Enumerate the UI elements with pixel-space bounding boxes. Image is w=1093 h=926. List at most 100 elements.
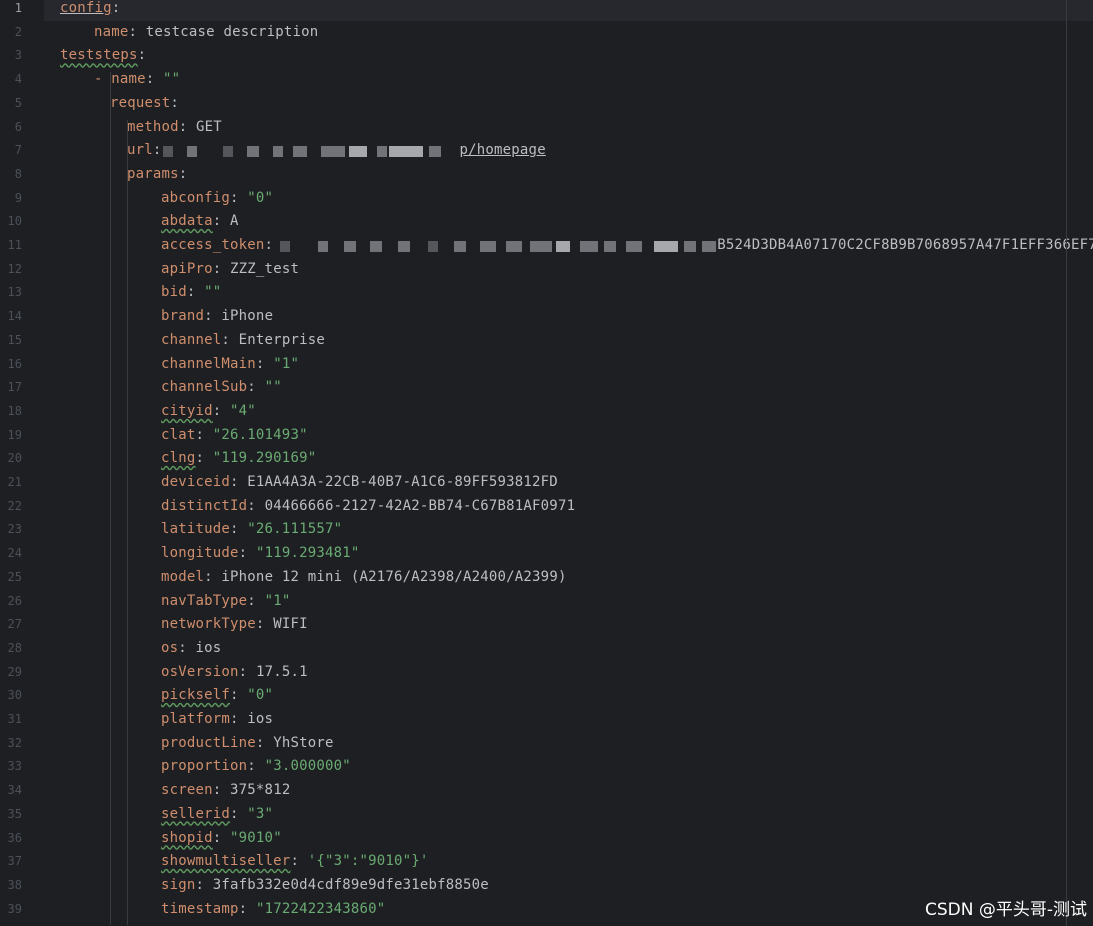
- yaml-string-value: "9010": [230, 829, 282, 846]
- yaml-key: channel: [161, 331, 222, 348]
- code-line[interactable]: latitude: "26.111557": [44, 518, 1093, 542]
- list-dash: -: [94, 71, 112, 88]
- yaml-value: ios: [247, 711, 274, 727]
- line-number: 8: [14, 166, 22, 181]
- code-line[interactable]: sellerid: "3": [44, 803, 1093, 827]
- yaml-key: bid: [161, 284, 187, 301]
- code-line[interactable]: clng: "119.290169": [44, 447, 1093, 471]
- line-number: 30: [7, 688, 22, 703]
- line-number: 10: [7, 214, 22, 229]
- code-line[interactable]: platform: ios: [44, 708, 1093, 732]
- code-line[interactable]: clat: "26.101493": [44, 424, 1093, 448]
- code-line[interactable]: config:: [44, 0, 1093, 21]
- line-number: 6: [14, 119, 22, 134]
- code-line[interactable]: name: testcase description: [44, 21, 1093, 45]
- yaml-key: config: [60, 0, 112, 16]
- line-number: 1: [14, 1, 22, 15]
- yaml-separator: :: [145, 71, 164, 88]
- line-number: 18: [7, 403, 22, 418]
- code-line[interactable]: request:: [44, 92, 1093, 116]
- code-line[interactable]: os: ios: [44, 637, 1093, 661]
- code-line[interactable]: deviceid: E1AA4A3A-22CB-40B7-A1C6-89FF59…: [44, 471, 1093, 495]
- yaml-separator: :: [195, 426, 213, 443]
- yaml-key: name: [94, 23, 129, 40]
- code-line[interactable]: abdata: A: [44, 210, 1093, 234]
- line-number: 12: [7, 261, 22, 276]
- line-number: 28: [7, 640, 22, 655]
- code-line[interactable]: model: iPhone 12 mini (A2176/A2398/A2400…: [44, 566, 1093, 590]
- code-line[interactable]: proportion: "3.000000": [44, 755, 1093, 779]
- code-line[interactable]: navTabType: "1": [44, 590, 1093, 614]
- yaml-key: productLine: [161, 734, 256, 751]
- yaml-separator: :: [178, 118, 197, 135]
- yaml-key: teststeps: [60, 47, 138, 64]
- code-line[interactable]: params:: [44, 163, 1093, 187]
- yaml-separator: :: [247, 497, 265, 514]
- yaml-key: osVersion: [161, 663, 239, 680]
- code-line[interactable]: bid: "": [44, 281, 1093, 305]
- line-number: 14: [7, 309, 22, 324]
- yaml-key: brand: [161, 308, 205, 325]
- code-line[interactable]: distinctId: 04466666-2127-42A2-BB74-C67B…: [44, 495, 1093, 519]
- yaml-key: screen: [161, 782, 213, 799]
- line-number: 19: [7, 427, 22, 442]
- code-line[interactable]: showmultiseller: '{"3":"9010"}': [44, 850, 1093, 874]
- code-line[interactable]: method: GET: [44, 116, 1093, 140]
- yaml-key: networkType: [161, 616, 256, 633]
- yaml-key: sign: [161, 876, 196, 893]
- code-editor[interactable]: 1 2 3 4 5 6 7 8 9 10 11 12 13 14 15 16 17 18 19 20 21 22 23 24 2…: [0, 0, 1093, 926]
- code-line[interactable]: networkType: WIFI: [44, 613, 1093, 637]
- code-line[interactable]: teststeps:: [44, 44, 1093, 68]
- yaml-separator: :: [238, 663, 256, 680]
- code-line[interactable]: url: p/homepage: [44, 139, 1093, 163]
- yaml-key: deviceid: [161, 474, 231, 490]
- line-number: 21: [7, 475, 22, 489]
- yaml-separator: :: [204, 308, 222, 325]
- yaml-value: YhStore: [273, 734, 334, 751]
- yaml-string-value: "26.101493": [212, 426, 308, 443]
- code-line[interactable]: apiPro: ZZZ_test: [44, 258, 1093, 282]
- code-line[interactable]: channelSub: "": [44, 376, 1093, 400]
- yaml-separator: :: [255, 616, 274, 633]
- code-area[interactable]: config: name: testcase description testste…: [44, 0, 1093, 926]
- line-number: 38: [7, 877, 22, 892]
- code-line[interactable]: cityid: "4": [44, 400, 1093, 424]
- yaml-key: proportion: [161, 758, 248, 775]
- code-line[interactable]: access_token: B524D3DB4A07170C2CF8B9B7068…: [44, 234, 1093, 258]
- code-line[interactable]: abconfig: "0": [44, 187, 1093, 211]
- code-line[interactable]: channelMain: "1": [44, 353, 1093, 377]
- yaml-value: Enterprise: [238, 331, 325, 348]
- yaml-key: request: [110, 94, 171, 111]
- yaml-separator: :: [152, 142, 162, 159]
- line-number: 17: [7, 380, 22, 395]
- code-line[interactable]: osVersion: 17.5.1: [44, 661, 1093, 685]
- yaml-key: name: [111, 71, 146, 88]
- yaml-key: navTabType: [161, 592, 248, 609]
- code-line[interactable]: pickself: "0": [44, 684, 1093, 708]
- line-number: 23: [7, 522, 22, 537]
- yaml-string-value: "4": [230, 402, 256, 419]
- yaml-value: p/homepage: [459, 142, 546, 159]
- line-number: 20: [7, 451, 22, 466]
- yaml-key: sellerid: [161, 805, 231, 822]
- code-line[interactable]: channel: Enterprise: [44, 329, 1093, 353]
- yaml-key: access_token: [161, 237, 265, 253]
- code-line[interactable]: - name: "": [44, 68, 1093, 92]
- yaml-string-value: "1": [264, 592, 291, 609]
- line-number: 2: [14, 24, 22, 39]
- yaml-key: showmultiseller: [161, 853, 291, 870]
- yaml-separator: :: [212, 782, 231, 799]
- yaml-key: pickself: [161, 687, 231, 704]
- yaml-string-value: "119.293481": [255, 545, 360, 562]
- yaml-value: E1AA4A3A-22CB-40B7-A1C6-89FF593812FD: [247, 474, 558, 490]
- yaml-key: os: [161, 639, 179, 656]
- yaml-string-value: "": [204, 284, 222, 301]
- code-line[interactable]: screen: 375*812: [44, 779, 1093, 803]
- yaml-separator: :: [255, 734, 274, 751]
- yaml-separator: :: [247, 379, 265, 396]
- code-line[interactable]: productLine: YhStore: [44, 732, 1093, 756]
- yaml-key: timestamp: [161, 900, 239, 917]
- code-line[interactable]: longitude: "119.293481": [44, 542, 1093, 566]
- code-line[interactable]: shopid: "9010": [44, 827, 1093, 851]
- code-line[interactable]: brand: iPhone: [44, 305, 1093, 329]
